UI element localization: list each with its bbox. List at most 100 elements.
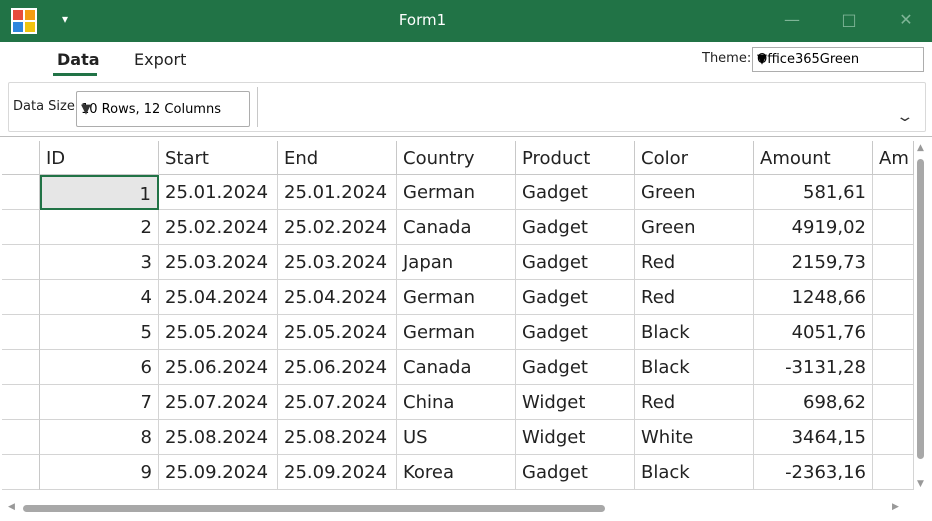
row-header[interactable] bbox=[2, 420, 40, 455]
table-cell[interactable]: Gadget bbox=[516, 245, 635, 280]
table-cell[interactable]: 25.02.2024 bbox=[278, 210, 397, 245]
data-grid[interactable]: ID Start End Country Product Color Amoun… bbox=[0, 136, 932, 521]
table-cell[interactable] bbox=[873, 455, 914, 490]
table-cell[interactable]: 25.06.2024 bbox=[278, 350, 397, 385]
column-header[interactable]: Am bbox=[873, 141, 914, 175]
table-cell[interactable]: 25.04.2024 bbox=[278, 280, 397, 315]
table-cell[interactable]: 25.08.2024 bbox=[159, 420, 278, 455]
scroll-up-icon[interactable]: ▲ bbox=[917, 143, 924, 153]
table-cell[interactable] bbox=[873, 420, 914, 455]
table-cell[interactable]: 6 bbox=[40, 350, 159, 385]
table-cell[interactable] bbox=[873, 350, 914, 385]
table-cell[interactable]: German bbox=[397, 175, 516, 210]
table-cell[interactable]: 698,62 bbox=[754, 385, 873, 420]
table-cell[interactable]: 2 bbox=[40, 210, 159, 245]
maximize-icon[interactable]: □ bbox=[840, 11, 858, 29]
vertical-scroll-thumb[interactable] bbox=[917, 159, 924, 459]
table-cell[interactable]: Black bbox=[635, 315, 754, 350]
table-cell[interactable]: -3131,28 bbox=[754, 350, 873, 385]
table-cell[interactable]: Red bbox=[635, 385, 754, 420]
close-icon[interactable]: ✕ bbox=[897, 11, 915, 29]
table-cell[interactable]: 2159,73 bbox=[754, 245, 873, 280]
table-cell[interactable]: White bbox=[635, 420, 754, 455]
table-cell[interactable]: 8 bbox=[40, 420, 159, 455]
scroll-right-icon[interactable]: ▶ bbox=[892, 502, 899, 512]
row-header[interactable] bbox=[2, 455, 40, 490]
table-cell[interactable]: 581,61 bbox=[754, 175, 873, 210]
table-cell[interactable]: Gadget bbox=[516, 280, 635, 315]
data-size-select[interactable]: 10 Rows, 12 Columns ▼ bbox=[76, 91, 250, 127]
row-header[interactable] bbox=[2, 245, 40, 280]
table-cell[interactable]: 25.03.2024 bbox=[278, 245, 397, 280]
table-cell[interactable]: 25.07.2024 bbox=[278, 385, 397, 420]
table-cell[interactable]: 25.01.2024 bbox=[278, 175, 397, 210]
table-cell[interactable]: 4051,76 bbox=[754, 315, 873, 350]
scroll-down-icon[interactable]: ▼ bbox=[917, 479, 924, 489]
table-cell[interactable]: Gadget bbox=[516, 455, 635, 490]
table-cell[interactable]: Widget bbox=[516, 420, 635, 455]
row-header[interactable] bbox=[2, 175, 40, 210]
table-cell[interactable]: Black bbox=[635, 350, 754, 385]
table-cell[interactable]: Black bbox=[635, 455, 754, 490]
table-cell[interactable] bbox=[873, 315, 914, 350]
table-cell[interactable]: 4919,02 bbox=[754, 210, 873, 245]
row-header[interactable] bbox=[2, 280, 40, 315]
table-cell[interactable]: 25.09.2024 bbox=[278, 455, 397, 490]
column-header[interactable]: Amount bbox=[754, 141, 873, 175]
table-cell[interactable]: Canada bbox=[397, 350, 516, 385]
table-cell[interactable]: 9 bbox=[40, 455, 159, 490]
table-cell[interactable]: 7 bbox=[40, 385, 159, 420]
table-cell[interactable]: Gadget bbox=[516, 210, 635, 245]
tab-data[interactable]: Data bbox=[57, 50, 100, 69]
table-cell[interactable]: Green bbox=[635, 175, 754, 210]
table-cell[interactable]: Canada bbox=[397, 210, 516, 245]
row-header[interactable] bbox=[2, 350, 40, 385]
table-cell[interactable]: Widget bbox=[516, 385, 635, 420]
vertical-scrollbar[interactable]: ▲ ▼ bbox=[914, 141, 928, 493]
table-cell[interactable] bbox=[873, 280, 914, 315]
table-cell[interactable] bbox=[873, 385, 914, 420]
collapse-ribbon-chevron-icon[interactable]: ⌄ bbox=[895, 109, 914, 125]
table-cell[interactable]: Red bbox=[635, 245, 754, 280]
table-cell[interactable]: US bbox=[397, 420, 516, 455]
theme-select[interactable]: Office365Green ▼ bbox=[752, 47, 924, 72]
table-cell[interactable]: Green bbox=[635, 210, 754, 245]
table-cell[interactable]: Gadget bbox=[516, 315, 635, 350]
column-header[interactable]: End bbox=[278, 141, 397, 175]
table-cell[interactable]: German bbox=[397, 315, 516, 350]
column-header[interactable]: Product bbox=[516, 141, 635, 175]
table-cell[interactable]: 25.01.2024 bbox=[159, 175, 278, 210]
table-cell[interactable]: 3464,15 bbox=[754, 420, 873, 455]
table-cell[interactable]: 25.02.2024 bbox=[159, 210, 278, 245]
scroll-left-icon[interactable]: ◀ bbox=[8, 502, 15, 512]
table-cell[interactable]: 25.09.2024 bbox=[159, 455, 278, 490]
table-cell[interactable]: 3 bbox=[40, 245, 159, 280]
table-cell[interactable] bbox=[873, 210, 914, 245]
table-cell[interactable] bbox=[873, 175, 914, 210]
table-cell[interactable]: 25.07.2024 bbox=[159, 385, 278, 420]
table-cell[interactable]: Japan bbox=[397, 245, 516, 280]
column-header[interactable]: Start bbox=[159, 141, 278, 175]
horizontal-scrollbar[interactable]: ◀ ▶ bbox=[2, 500, 914, 516]
table-cell[interactable]: 25.03.2024 bbox=[159, 245, 278, 280]
table-cell[interactable]: Red bbox=[635, 280, 754, 315]
tab-export[interactable]: Export bbox=[134, 50, 186, 69]
table-cell[interactable]: 25.04.2024 bbox=[159, 280, 278, 315]
table-cell[interactable]: -2363,16 bbox=[754, 455, 873, 490]
table-cell[interactable]: 5 bbox=[40, 315, 159, 350]
table-cell[interactable]: German bbox=[397, 280, 516, 315]
table-cell[interactable]: 25.05.2024 bbox=[278, 315, 397, 350]
table-cell[interactable]: 25.08.2024 bbox=[278, 420, 397, 455]
row-header[interactable] bbox=[2, 385, 40, 420]
table-cell[interactable]: 4 bbox=[40, 280, 159, 315]
horizontal-scroll-thumb[interactable] bbox=[23, 505, 605, 512]
row-header[interactable] bbox=[2, 210, 40, 245]
table-cell[interactable]: Gadget bbox=[516, 175, 635, 210]
column-header[interactable]: Color bbox=[635, 141, 754, 175]
minimize-icon[interactable]: — bbox=[783, 11, 801, 29]
row-header[interactable] bbox=[2, 315, 40, 350]
grid-corner-header[interactable] bbox=[2, 141, 40, 175]
column-header[interactable]: Country bbox=[397, 141, 516, 175]
table-cell[interactable]: 1 bbox=[40, 175, 159, 210]
column-header[interactable]: ID bbox=[40, 141, 159, 175]
